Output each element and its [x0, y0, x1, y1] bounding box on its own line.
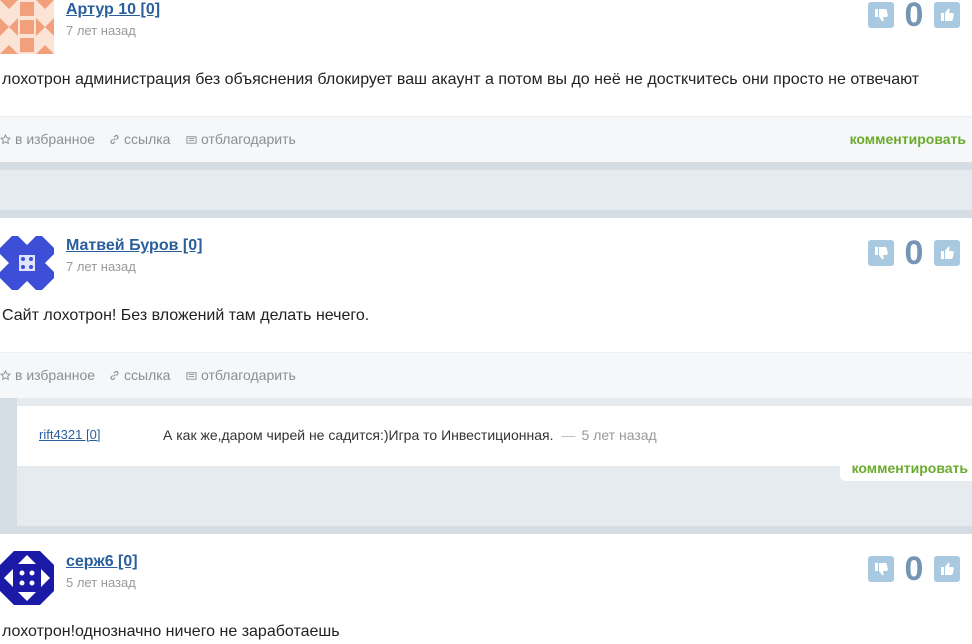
favorite-label: в избранное: [15, 367, 96, 383]
thumbs-down-icon: [875, 9, 888, 22]
thank-label: отблагодарить: [201, 131, 296, 147]
reply-button[interactable]: комментировать: [850, 131, 966, 147]
divider: [0, 162, 972, 170]
thank-label: отблагодарить: [201, 367, 296, 383]
vote-widget: 0: [868, 234, 960, 272]
thank-link[interactable]: отблагодарить: [186, 367, 296, 383]
favorite-link[interactable]: в избранное: [0, 131, 95, 147]
favorite-label: в избранное: [15, 131, 96, 147]
thumbs-down-button[interactable]: [868, 2, 894, 28]
reply-author[interactable]: rift4321 [0]: [39, 427, 100, 442]
thumbs-down-button[interactable]: [868, 556, 894, 582]
vote-score: 0: [904, 550, 924, 588]
reply-button[interactable]: комментировать: [852, 460, 968, 476]
avatar[interactable]: [0, 0, 54, 54]
thumbs-down-icon: [875, 563, 888, 576]
money-icon: [186, 135, 197, 144]
thank-link[interactable]: отблагодарить: [186, 131, 296, 147]
timestamp: 5 лет назад: [66, 575, 136, 590]
reply-separator: —: [561, 427, 576, 443]
comment-card: серж6 [0] 5 лет назад 0 лохотрон!однозна…: [0, 534, 972, 644]
reply-comment-tab: комментировать: [840, 455, 972, 481]
star-icon: [0, 133, 11, 144]
reply-thread-bar: [0, 398, 17, 526]
vote-widget: 0: [868, 550, 960, 588]
reply-text: А как же,даром чирей не садится:)Игра то…: [163, 427, 554, 443]
vote-score: 0: [904, 0, 924, 34]
permalink-link[interactable]: ссылка: [109, 131, 170, 147]
reply-body: А как же,даром чирей не садится:)Игра то…: [163, 427, 657, 443]
vote-score: 0: [904, 234, 924, 272]
link-label: ссылка: [124, 367, 171, 383]
author-name[interactable]: серж6 [0]: [66, 553, 138, 571]
comment-text: лохотрон администрация без объяснения бл…: [2, 71, 920, 88]
thumbs-up-icon: [941, 562, 954, 575]
link-icon: [110, 370, 119, 380]
money-icon: [186, 371, 197, 380]
link-label: ссылка: [124, 131, 171, 147]
thumbs-up-button[interactable]: [934, 240, 960, 266]
timestamp: 7 лет назад: [66, 23, 136, 38]
permalink-link[interactable]: ссылка: [109, 367, 170, 383]
divider: [0, 210, 972, 218]
reply-item: rift4321 [0] А как же,даром чирей не сад…: [17, 406, 972, 466]
divider: [0, 526, 972, 534]
thumbs-up-button[interactable]: [934, 2, 960, 28]
timestamp: 7 лет назад: [66, 259, 136, 274]
author-name[interactable]: Матвей Буров [0]: [66, 237, 202, 255]
link-icon: [110, 134, 119, 144]
comment-card: Матвей Буров [0] 7 лет назад 0 Сайт лохо…: [0, 218, 972, 398]
comment-card: Артур 10 [0] 7 лет назад 0 лохотрон адми…: [0, 0, 972, 162]
avatar[interactable]: [0, 236, 54, 290]
thumbs-up-icon: [941, 246, 954, 259]
comment-text: лохотрон!однозначно ничего не заработаеш…: [2, 623, 340, 640]
thumbs-down-icon: [875, 247, 888, 260]
thumbs-up-button[interactable]: [934, 556, 960, 582]
comment-text: Сайт лохотрон! Без вложений там делать н…: [2, 307, 370, 324]
action-bar: в избранное ссылка отблагодарить: [0, 352, 972, 398]
thumbs-up-icon: [941, 8, 954, 21]
reply-timestamp: 5 лет назад: [581, 427, 657, 443]
comments-page: Артур 10 [0] 7 лет назад 0 лохотрон адми…: [0, 0, 972, 644]
thumbs-down-button[interactable]: [868, 240, 894, 266]
author-name[interactable]: Артур 10 [0]: [66, 1, 160, 19]
action-bar: в избранное ссылка отблагодарить коммент…: [0, 116, 972, 162]
vote-widget: 0: [868, 0, 960, 34]
star-icon: [0, 369, 11, 380]
favorite-link[interactable]: в избранное: [0, 367, 95, 383]
avatar[interactable]: [0, 551, 54, 605]
